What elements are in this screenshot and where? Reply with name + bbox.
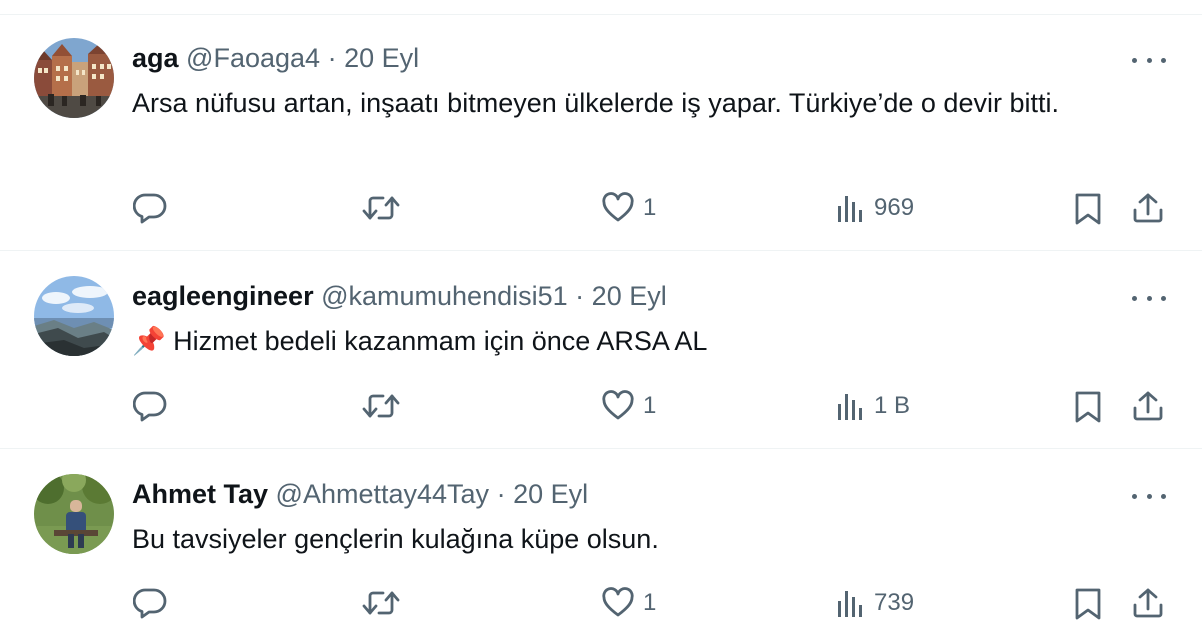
tweet[interactable]: Ahmet Tay @Ahmettay44Tay · 20 Eyl Bu tav… xyxy=(0,450,1202,640)
more-icon[interactable] xyxy=(1132,50,1166,70)
reply-icon xyxy=(133,193,167,224)
bookmark-icon xyxy=(1075,391,1101,423)
tweet-header: Ahmet Tay @Ahmettay44Tay · 20 Eyl xyxy=(132,477,588,511)
share-icon xyxy=(1133,193,1163,223)
tweet-header: aga @Faoaga4 · 20 Eyl xyxy=(132,41,419,75)
bookmark-icon xyxy=(1075,193,1101,225)
views-icon xyxy=(838,591,862,617)
avatar[interactable] xyxy=(34,38,114,118)
display-name[interactable]: eagleengineer xyxy=(132,281,314,311)
display-name[interactable]: aga xyxy=(132,43,179,73)
bookmark-button[interactable] xyxy=(1073,390,1103,424)
user-handle[interactable]: @Ahmettay44Tay xyxy=(276,479,490,509)
retweet-button[interactable] xyxy=(361,587,401,619)
avatar[interactable] xyxy=(34,276,114,356)
more-icon[interactable] xyxy=(1132,486,1166,506)
views-icon xyxy=(838,196,862,222)
view-count: 969 xyxy=(874,194,915,221)
pushpin-emoji: 📌 xyxy=(132,326,166,356)
like-icon xyxy=(602,192,634,222)
action-bar: 1 1 B xyxy=(0,386,1202,426)
bookmark-button[interactable] xyxy=(1073,192,1103,226)
retweet-icon xyxy=(362,394,400,418)
separator: · xyxy=(327,43,337,73)
tweet-header: eagleengineer @kamumuhendisi51 · 20 Eyl xyxy=(132,279,667,313)
like-button[interactable]: 1 xyxy=(601,587,656,619)
reply-icon xyxy=(133,588,167,619)
like-button[interactable]: 1 xyxy=(601,192,656,224)
view-count: 1 B xyxy=(874,392,911,419)
like-icon xyxy=(602,587,634,617)
separator: · xyxy=(575,281,585,311)
views-button[interactable]: 739 xyxy=(836,587,914,619)
tweet-text: 📌 Hizmet bedeli kazanmam için önce ARSA … xyxy=(132,321,1162,361)
views-icon xyxy=(838,394,862,420)
reply-button[interactable] xyxy=(133,192,167,224)
retweet-icon xyxy=(362,591,400,615)
tweet[interactable]: eagleengineer @kamumuhendisi51 · 20 Eyl … xyxy=(0,252,1202,449)
tweet[interactable]: aga @Faoaga4 · 20 Eyl Arsa nüfusu artan,… xyxy=(0,14,1202,251)
retweet-icon xyxy=(362,196,400,220)
like-count: 1 xyxy=(643,194,657,221)
user-handle[interactable]: @Faoaga4 xyxy=(186,43,320,73)
share-icon xyxy=(1133,391,1163,421)
like-count: 1 xyxy=(643,392,657,419)
tweet-text: Arsa nüfusu artan, inşaatı bitmeyen ülke… xyxy=(132,88,1059,118)
tweet-date[interactable]: 20 Eyl xyxy=(592,281,667,311)
bookmark-icon xyxy=(1075,588,1101,620)
tweet-date[interactable]: 20 Eyl xyxy=(513,479,588,509)
avatar[interactable] xyxy=(34,474,114,554)
like-button[interactable]: 1 xyxy=(601,390,656,422)
more-icon[interactable] xyxy=(1132,288,1166,308)
views-button[interactable]: 969 xyxy=(836,192,914,224)
bookmark-button[interactable] xyxy=(1073,587,1103,621)
like-icon xyxy=(602,390,634,420)
action-bar: 1 739 xyxy=(0,583,1202,623)
share-button[interactable] xyxy=(1131,390,1165,422)
views-button[interactable]: 1 B xyxy=(836,390,910,422)
like-count: 1 xyxy=(643,589,657,616)
share-button[interactable] xyxy=(1131,587,1165,619)
reply-button[interactable] xyxy=(133,587,167,619)
separator: · xyxy=(496,479,506,509)
top-divider xyxy=(0,0,1202,15)
display-name[interactable]: Ahmet Tay xyxy=(132,479,268,509)
reply-icon xyxy=(133,391,167,422)
retweet-button[interactable] xyxy=(361,192,401,224)
tweet-text: Bu tavsiyeler gençlerin kulağına küpe ol… xyxy=(132,524,659,554)
share-icon xyxy=(1133,588,1163,618)
share-button[interactable] xyxy=(1131,192,1165,224)
tweet-date[interactable]: 20 Eyl xyxy=(344,43,419,73)
reply-button[interactable] xyxy=(133,390,167,422)
tweet-text-body: Hizmet bedeli kazanmam için önce ARSA AL xyxy=(173,326,708,356)
retweet-button[interactable] xyxy=(361,390,401,422)
view-count: 739 xyxy=(874,589,915,616)
action-bar: 1 969 xyxy=(0,188,1202,228)
user-handle[interactable]: @kamumuhendisi51 xyxy=(321,281,568,311)
